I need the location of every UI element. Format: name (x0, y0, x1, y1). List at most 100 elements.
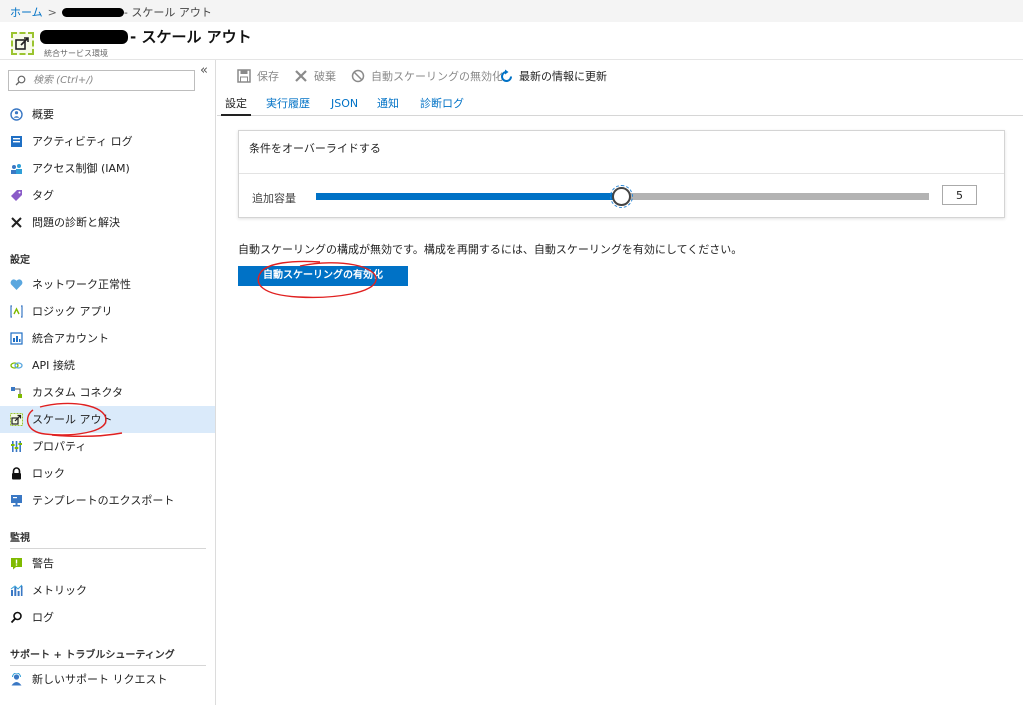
disable-autoscale-label: 自動スケーリングの無効化 (371, 70, 503, 83)
capacity-input[interactable] (942, 185, 977, 205)
discard-label: 破棄 (314, 70, 336, 83)
capacity-slider[interactable] (316, 185, 929, 208)
sidebar-item-label: プロパティ (32, 440, 87, 453)
sidebar-item-label: タグ (32, 189, 54, 202)
save-label: 保存 (257, 70, 279, 83)
logic-app-icon (10, 305, 23, 318)
sidebar-item-integration-accounts[interactable]: 統合アカウント (0, 325, 215, 352)
sidebar-item-label: ロック (32, 467, 65, 480)
search-input[interactable] (33, 73, 191, 88)
access-control-icon (11, 164, 22, 174)
sidebar-item-properties[interactable]: プロパティ (0, 433, 215, 460)
sidebar-item-scale-out[interactable]: スケール アウト (0, 406, 215, 433)
search-icon (15, 75, 26, 86)
sidebar-item-activity-log[interactable]: アクティビティ ログ (0, 128, 215, 155)
sidebar-item-overview[interactable]: 概要 (0, 101, 215, 128)
sidebar-item-label: 問題の診断と解決 (32, 216, 120, 229)
tab-diagnostic-logs[interactable]: 診断ログ (416, 95, 468, 116)
sidebar-item-label: アクセス制御 (IAM) (32, 162, 130, 175)
sidebar-item-access-control[interactable]: アクセス制御 (IAM) (0, 155, 215, 182)
sidebar-item-label: テンプレートのエクスポート (32, 494, 175, 507)
sidebar-item-diagnose[interactable]: 問題の診断と解決 (0, 209, 215, 236)
override-condition-card: 条件をオーバーライドする 追加容量 (238, 130, 1005, 218)
capacity-slider-thumb[interactable] (610, 185, 634, 208)
redacted-resource-name (61, 7, 124, 17)
heart-icon (10, 279, 23, 290)
save-icon (237, 69, 251, 83)
sidebar-item-locks[interactable]: ロック (0, 460, 215, 487)
sidebar-section-support: サポート + トラブルシューティング (10, 646, 206, 666)
sidebar-item-logs[interactable]: ログ (0, 604, 215, 631)
refresh-icon (501, 69, 512, 82)
capacity-slider-fill (316, 193, 622, 200)
tag-icon (11, 190, 22, 201)
activity-log-icon (11, 136, 22, 147)
tab-json[interactable]: JSON (327, 95, 362, 116)
sidebar-item-label: 概要 (32, 108, 54, 121)
support-icon (11, 673, 22, 686)
breadcrumb: ホーム > - スケール アウト (0, 0, 1023, 22)
export-template-icon (11, 495, 22, 507)
sidebar-item-logic-apps[interactable]: ロジック アプリ (0, 298, 215, 325)
collapse-sidebar-button[interactable]: « (200, 63, 208, 78)
refresh-label: 最新の情報に更新 (519, 70, 607, 83)
sidebar-section-monitoring: 監視 (10, 529, 206, 549)
scale-out-icon (11, 32, 34, 55)
overview-icon (10, 108, 23, 121)
page-title: - スケール アウト (130, 28, 252, 46)
sidebar-item-new-support-request[interactable]: 新しいサポート リクエスト (0, 666, 215, 693)
enable-autoscale-button[interactable]: 自動スケーリングの有効化 (238, 266, 408, 286)
autoscale-disabled-message: 自動スケーリングの構成が無効です。構成を再開するには、自動スケーリングを有効にし… (238, 243, 743, 256)
sidebar-search (8, 70, 195, 91)
discard-icon (295, 70, 307, 82)
sidebar-item-label: API 接続 (32, 359, 75, 372)
breadcrumb-home-link[interactable]: ホーム (10, 6, 43, 19)
search-log-icon (10, 611, 22, 624)
integration-account-icon (10, 332, 23, 345)
sidebar-item-api-connections[interactable]: API 接続 (0, 352, 215, 379)
discard-button[interactable]: 破棄 (294, 68, 336, 85)
sidebar-item-label: 新しいサポート リクエスト (32, 673, 168, 686)
refresh-button[interactable]: 最新の情報に更新 (499, 68, 607, 85)
metrics-icon (10, 584, 23, 596)
sidebar: « 概要 アクティビティ ログ アクセス制御 (IAM) タグ 問題の診断と解決… (0, 60, 216, 705)
sidebar-item-metrics[interactable]: メトリック (0, 577, 215, 604)
page-subtitle: 統合サービス環境 (44, 49, 108, 58)
tools-icon (11, 217, 22, 228)
redacted-resource-title (40, 30, 128, 44)
sidebar-section-settings: 設定 (10, 255, 30, 266)
disable-icon (351, 69, 365, 83)
lock-icon (12, 467, 21, 480)
sidebar-item-network-health[interactable]: ネットワーク正常性 (0, 271, 215, 298)
link-icon (10, 362, 23, 369)
sidebar-item-label: ネットワーク正常性 (32, 278, 131, 291)
tab-run-history[interactable]: 実行履歴 (262, 95, 314, 116)
scale-out-icon (10, 413, 23, 426)
breadcrumb-current: - スケール アウト (123, 6, 212, 19)
sidebar-item-label: ログ (32, 611, 54, 624)
sidebar-item-label: 統合アカウント (32, 332, 109, 345)
sidebar-item-export-template[interactable]: テンプレートのエクスポート (0, 487, 215, 514)
sidebar-item-label: 警告 (32, 557, 54, 570)
card-divider (239, 173, 1004, 174)
save-button[interactable]: 保存 (237, 68, 279, 85)
sidebar-item-label: スケール アウト (32, 413, 113, 426)
command-bar: 保存 破棄 自動スケーリングの無効化 最新の情報に更新 (217, 60, 1023, 92)
sidebar-item-alerts[interactable]: 警告 (0, 550, 215, 577)
tab-settings[interactable]: 設定 (221, 95, 251, 116)
sidebar-item-custom-connectors[interactable]: カスタム コネクタ (0, 379, 215, 406)
blade-header: - スケール アウト 統合サービス環境 (0, 22, 1023, 60)
connector-icon (11, 387, 22, 398)
tab-bar: 設定 実行履歴 JSON 通知 診断ログ (217, 92, 1023, 116)
tab-notifications[interactable]: 通知 (373, 95, 403, 116)
disable-autoscale-button[interactable]: 自動スケーリングの無効化 (351, 68, 503, 85)
sidebar-item-label: メトリック (32, 584, 87, 597)
alert-icon (11, 558, 22, 570)
breadcrumb-separator: > (47, 6, 57, 19)
properties-icon (11, 441, 22, 452)
condition-title: 条件をオーバーライドする (249, 142, 381, 155)
sidebar-item-label: ロジック アプリ (32, 305, 113, 318)
sidebar-item-label: カスタム コネクタ (32, 386, 124, 399)
sidebar-item-label: アクティビティ ログ (32, 135, 133, 148)
sidebar-item-tags[interactable]: タグ (0, 182, 215, 209)
